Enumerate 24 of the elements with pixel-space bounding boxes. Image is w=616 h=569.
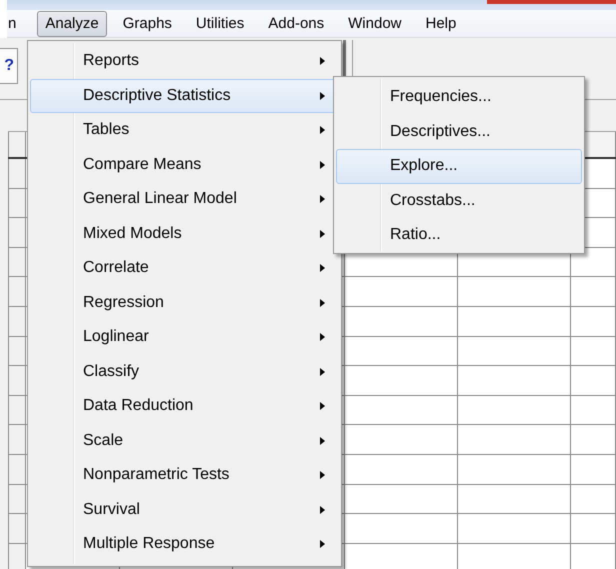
close-button[interactable] xyxy=(487,0,616,4)
menu-bar-item[interactable]: Analyze xyxy=(37,10,107,36)
menu-item[interactable]: Correlate xyxy=(30,251,339,286)
menu-bar-item[interactable]: Graphs xyxy=(114,10,180,36)
menu-item[interactable]: Descriptives... xyxy=(336,114,582,149)
menu-item[interactable]: Survival xyxy=(30,492,339,527)
menu-bar-item[interactable]: Window xyxy=(340,10,410,36)
menu-bar-item[interactable]: n xyxy=(7,10,24,36)
menu-item[interactable]: Reports xyxy=(30,44,339,78)
menu-item[interactable]: Crosstabs... xyxy=(336,184,582,218)
help-button[interactable]: ? xyxy=(0,48,18,84)
menu-item[interactable]: Regression xyxy=(30,286,339,320)
menu-item[interactable]: Frequencies... xyxy=(336,80,582,114)
menu-item[interactable]: Loglinear xyxy=(30,320,339,354)
menu-item[interactable]: Ratio... xyxy=(336,218,582,252)
menu-bar-item[interactable]: Add-ons xyxy=(260,10,332,36)
menu-item[interactable]: Multiple Response xyxy=(30,527,339,562)
menu-bar-item[interactable]: Utilities xyxy=(188,10,252,36)
menu-bar-item[interactable]: Help xyxy=(418,10,464,36)
menu-item[interactable]: Scale xyxy=(30,424,339,458)
menu-item[interactable]: Nonparametric Tests xyxy=(30,458,339,492)
menu-item[interactable]: Data Reduction xyxy=(30,389,339,424)
menu-item[interactable]: Explore... xyxy=(336,149,582,184)
menu-item[interactable]: Classify xyxy=(30,354,339,389)
